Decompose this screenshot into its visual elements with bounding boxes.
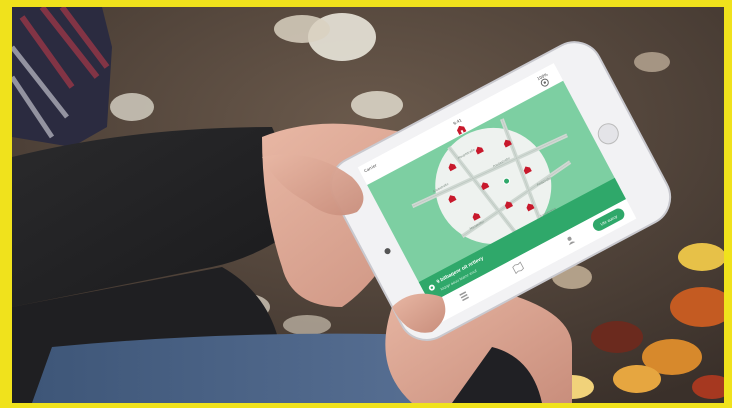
- photo: Carrier 9:41 100% Anobstraße Friedastraß…: [12, 7, 724, 403]
- photo-scene: Carrier 9:41 100% Anobstraße Friedastraß…: [12, 7, 724, 403]
